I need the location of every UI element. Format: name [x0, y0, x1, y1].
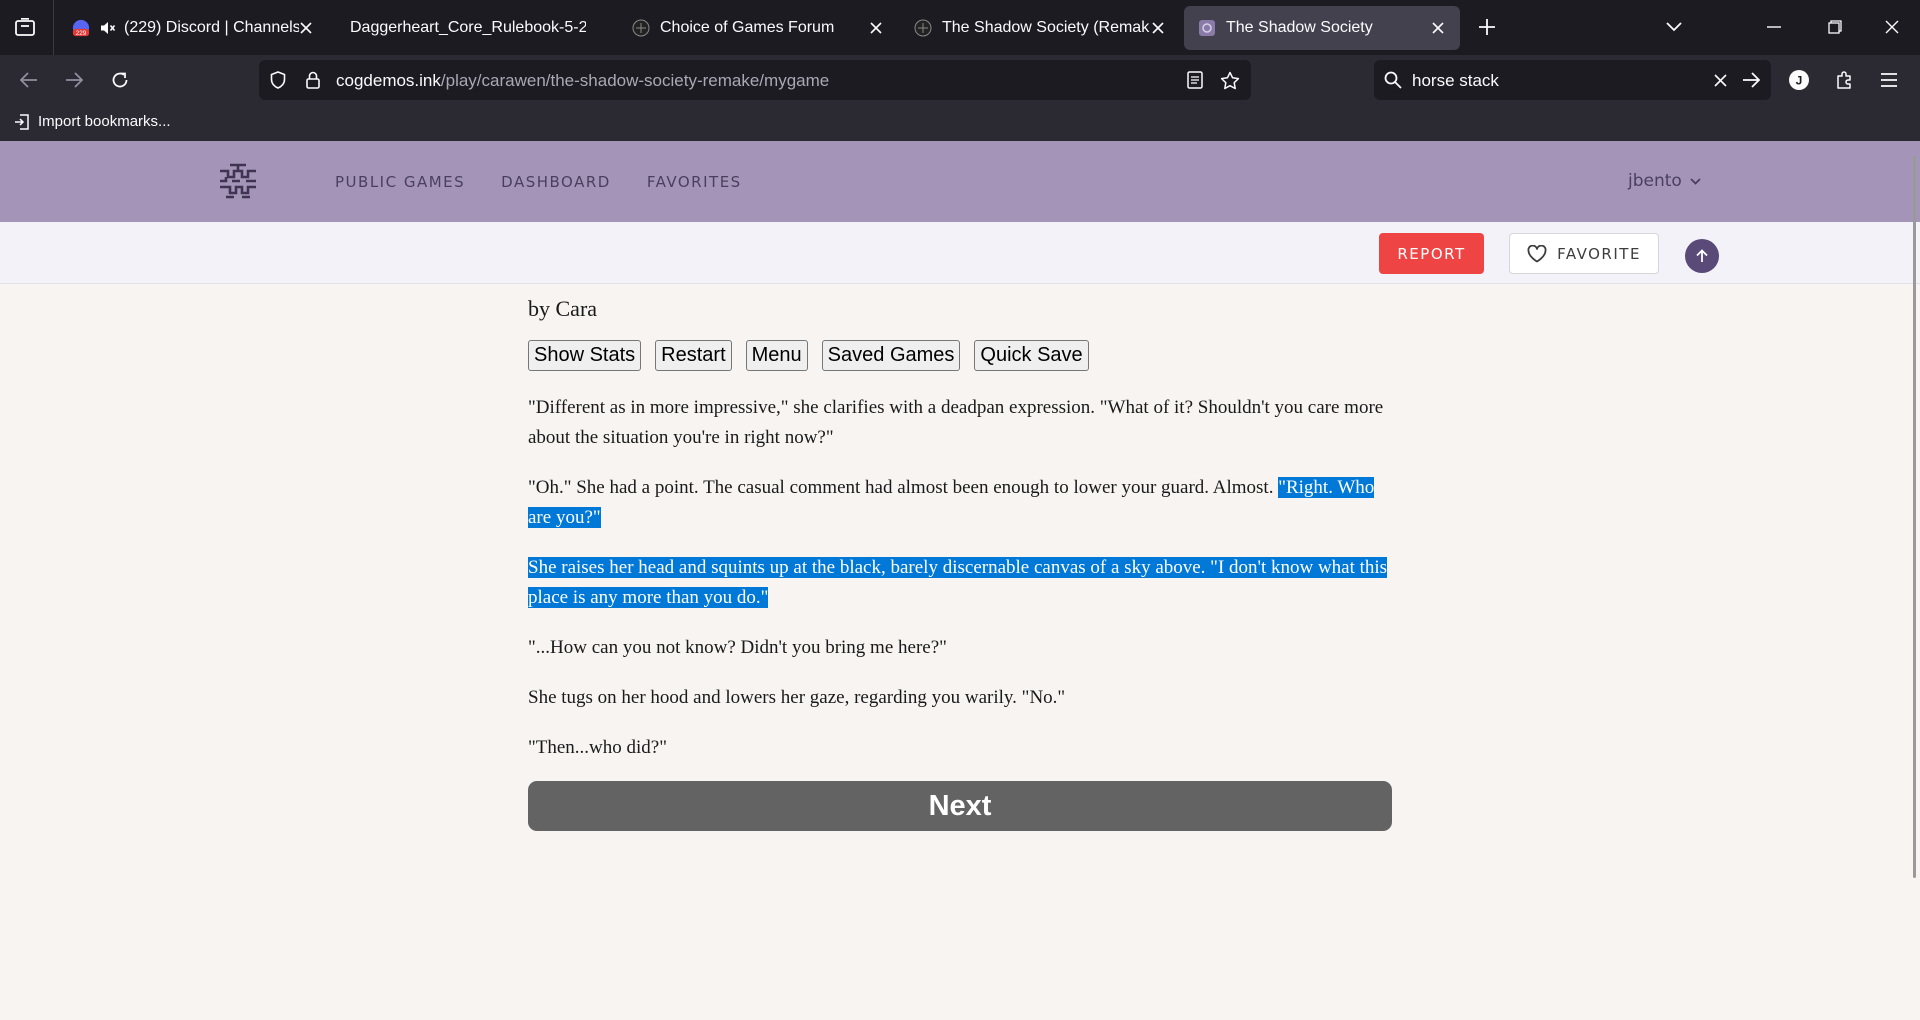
- next-button[interactable]: Next: [528, 781, 1392, 831]
- clear-search-icon[interactable]: [1710, 70, 1730, 90]
- close-window-icon[interactable]: [1880, 15, 1904, 39]
- import-icon: [15, 113, 29, 130]
- shadow-society-icon: [1198, 19, 1216, 37]
- arrow-up-icon: [1696, 249, 1708, 262]
- restore-icon[interactable]: [1823, 15, 1847, 39]
- discord-icon: 229: [72, 19, 90, 37]
- story-passage: "Different as in more impressive," she c…: [528, 393, 1393, 763]
- story-paragraph: "Oh." She had a point. The casual commen…: [528, 473, 1393, 533]
- close-tab-icon[interactable]: [1428, 18, 1448, 38]
- url-path: /play/carawen/the-shadow-society-remake/…: [440, 71, 830, 90]
- game-toolbar: Show Stats Restart Menu Saved Games Quic…: [528, 340, 1393, 371]
- game-content: by Cara Show Stats Restart Menu Saved Ga…: [528, 296, 1393, 831]
- site-header: PUBLIC GAMES DASHBOARD FAVORITES jbento: [0, 141, 1920, 222]
- selected-text: She raises her head and squints up at th…: [528, 557, 1388, 608]
- url-host: cogdemos.ink: [336, 71, 441, 90]
- chevron-down-icon[interactable]: [1662, 15, 1686, 39]
- url-text[interactable]: cogdemos.ink/play/carawen/the-shadow-soc…: [336, 71, 829, 91]
- close-tab-icon[interactable]: [866, 18, 886, 38]
- tab-discord[interactable]: 229 (229) Discord | Channels & Mess: [58, 6, 328, 50]
- tab-list-icon[interactable]: [10, 12, 40, 42]
- account-avatar-icon[interactable]: J: [1786, 67, 1812, 93]
- chevron-down-icon: [1690, 177, 1701, 185]
- menu-button[interactable]: Menu: [745, 340, 808, 371]
- game-action-bar: REPORT FAVORITE: [0, 222, 1920, 284]
- reader-view-icon[interactable]: [1184, 69, 1206, 91]
- url-bar[interactable]: cogdemos.ink/play/carawen/the-shadow-soc…: [259, 60, 1251, 100]
- svg-text:229: 229: [76, 30, 87, 37]
- scroll-to-top-button[interactable]: [1685, 239, 1719, 273]
- restart-button[interactable]: Restart: [655, 340, 732, 371]
- tab-title: Daggerheart_Core_Rulebook-5-20-2: [350, 19, 586, 36]
- bookmark-label: Import bookmarks...: [38, 113, 171, 130]
- tab-title: Choice of Games Forum: [660, 19, 835, 36]
- paragraph-text: "Then...who did?": [528, 737, 667, 758]
- story-paragraph: "...How can you not know? Didn't you bri…: [528, 633, 1393, 663]
- shield-icon[interactable]: [267, 69, 289, 91]
- bookmark-star-icon[interactable]: [1219, 69, 1241, 91]
- show-stats-button[interactable]: Show Stats: [528, 340, 642, 371]
- paragraph-text: She tugs on her hood and lowers her gaze…: [528, 687, 1066, 708]
- nav-dashboard[interactable]: DASHBOARD: [501, 173, 611, 191]
- paragraph-text: "Oh." She had a point. The casual commen…: [528, 477, 1279, 498]
- paragraph-text: "Different as in more impressive," she c…: [528, 397, 1384, 448]
- bookmarks-toolbar: Import bookmarks...: [0, 105, 1920, 141]
- lock-icon[interactable]: [302, 69, 324, 91]
- extensions-puzzle-icon[interactable]: [1832, 67, 1858, 93]
- report-button[interactable]: REPORT: [1379, 233, 1484, 274]
- choice-of-games-icon: [914, 19, 932, 37]
- game-author: by Cara: [528, 296, 598, 321]
- search-icon: [1383, 70, 1403, 90]
- search-input[interactable]: horse stack: [1412, 71, 1499, 91]
- story-paragraph: She raises her head and squints up at th…: [528, 553, 1393, 613]
- tab-title: The Shadow Society (Remake) (Ca: [942, 19, 1150, 36]
- import-bookmarks-link[interactable]: Import bookmarks...: [14, 113, 171, 130]
- tab-title: (229) Discord | Channels & Mess: [124, 19, 299, 36]
- choice-of-games-icon: [632, 19, 650, 37]
- tab-choice-of-games-forum[interactable]: Choice of Games Forum: [618, 6, 898, 50]
- page-scrollbar[interactable]: [1913, 156, 1916, 878]
- paragraph-text: "...How can you not know? Didn't you bri…: [528, 637, 947, 658]
- reload-icon[interactable]: [107, 67, 133, 93]
- close-tab-icon[interactable]: [296, 18, 316, 38]
- back-icon[interactable]: [16, 67, 42, 93]
- quick-save-button[interactable]: Quick Save: [974, 340, 1089, 371]
- tab-title: The Shadow Society: [1226, 19, 1373, 36]
- nav-public-games[interactable]: PUBLIC GAMES: [335, 173, 465, 191]
- story-paragraph: She tugs on her hood and lowers her gaze…: [528, 683, 1393, 713]
- story-paragraph: "Different as in more impressive," she c…: [528, 393, 1393, 453]
- browser-tab-bar: 229 (229) Discord | Channels & Mess Dagg…: [0, 0, 1920, 55]
- new-tab-icon[interactable]: [1475, 15, 1499, 39]
- close-tab-icon[interactable]: [1148, 18, 1168, 38]
- browser-nav-bar: cogdemos.ink/play/carawen/the-shadow-soc…: [0, 55, 1920, 105]
- search-bar[interactable]: horse stack: [1374, 60, 1771, 100]
- user-menu[interactable]: jbento: [1628, 171, 1701, 191]
- site-nav: PUBLIC GAMES DASHBOARD FAVORITES: [335, 173, 742, 191]
- favorite-button[interactable]: FAVORITE: [1509, 233, 1659, 274]
- tab-daggerheart[interactable]: Daggerheart_Core_Rulebook-5-20-2: [334, 6, 618, 50]
- story-paragraph: "Then...who did?": [528, 733, 1393, 763]
- tab-separator: [53, 0, 54, 55]
- cogdemos-logo-icon[interactable]: [216, 161, 260, 203]
- tab-shadow-society-remake[interactable]: The Shadow Society (Remake) (Ca: [900, 6, 1180, 50]
- minimize-icon[interactable]: [1762, 15, 1786, 39]
- tab-shadow-society[interactable]: The Shadow Society: [1184, 6, 1460, 50]
- saved-games-button[interactable]: Saved Games: [821, 340, 961, 371]
- username: jbento: [1628, 171, 1682, 191]
- forward-icon[interactable]: [61, 67, 87, 93]
- favorite-label: FAVORITE: [1557, 244, 1641, 263]
- nav-favorites[interactable]: FAVORITES: [647, 173, 742, 191]
- muted-speaker-icon[interactable]: [100, 21, 116, 35]
- svg-text:J: J: [1796, 74, 1803, 88]
- hamburger-menu-icon[interactable]: [1876, 67, 1902, 93]
- heart-icon: [1527, 244, 1547, 262]
- go-arrow-icon[interactable]: [1740, 70, 1762, 90]
